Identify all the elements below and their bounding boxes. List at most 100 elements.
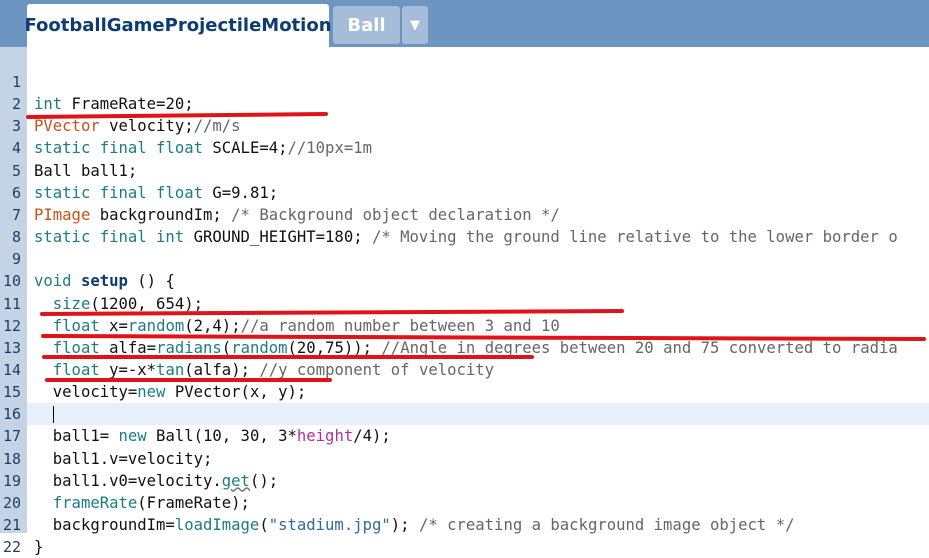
line-number: 2 bbox=[11, 95, 21, 114]
code-line[interactable]: 3 PVector velocity;//m/s bbox=[0, 115, 929, 137]
line-number: 17 bbox=[2, 427, 21, 446]
code-token: setup bbox=[80, 272, 128, 291]
code-token: ball1.v=velocity; bbox=[34, 449, 213, 468]
code-line[interactable]: 22} bbox=[0, 536, 929, 558]
code-token: Ball(10, 30, 3* bbox=[146, 427, 297, 446]
line-number: 1 bbox=[11, 73, 21, 91]
code-token: get bbox=[221, 471, 250, 490]
line-number: 16 bbox=[2, 405, 21, 424]
line-number: 14 bbox=[2, 360, 21, 379]
tab-football-game-projectile-motion[interactable]: FootballGameProjectileMotion bbox=[24, 4, 332, 47]
code-line[interactable]: 5 Ball ball1; bbox=[0, 160, 929, 182]
code-token: static final float bbox=[34, 139, 203, 158]
code-token: float bbox=[52, 338, 100, 357]
code-token: static final int bbox=[34, 228, 185, 247]
line-number: 9 bbox=[11, 250, 21, 269]
line-number: 4 bbox=[11, 139, 21, 158]
line-number: 8 bbox=[11, 228, 21, 247]
code-token: height bbox=[296, 427, 354, 446]
code-text: float alfa=radians(random(20,75)); //Ang… bbox=[34, 337, 898, 359]
code-text: static final float SCALE=4;//10px=1m bbox=[34, 137, 372, 159]
code-token: alfa= bbox=[99, 338, 157, 357]
code-line[interactable]: 4 static final float SCALE=4;//10px=1m bbox=[0, 137, 929, 159]
code-token: new bbox=[118, 427, 147, 446]
line-number: 12 bbox=[2, 316, 21, 335]
code-line[interactable]: 7 PImage backgroundIm; /* Background obje… bbox=[0, 204, 929, 226]
code-text: float x=random(2,4);//a random number be… bbox=[34, 315, 560, 337]
code-token: PVector(x, y); bbox=[165, 383, 307, 402]
tab-ball[interactable]: Ball bbox=[333, 6, 400, 44]
line-number: 15 bbox=[2, 383, 21, 402]
code-token: /* Background object declaration */ bbox=[231, 205, 560, 224]
code-token: new bbox=[137, 383, 166, 402]
code-token: ); bbox=[390, 516, 419, 534]
line-number: 3 bbox=[11, 117, 21, 136]
code-token: PImage bbox=[34, 205, 91, 224]
code-token: () { bbox=[127, 272, 175, 291]
code-text: PImage backgroundIm; /* Background objec… bbox=[34, 204, 560, 226]
code-line[interactable]: 13 float alfa=radians(random(20,75)); //… bbox=[0, 337, 929, 359]
code-token: ( bbox=[259, 516, 269, 534]
code-line[interactable]: 2 int FrameRate=20; bbox=[0, 93, 929, 115]
code-token: ball1= bbox=[34, 427, 119, 446]
code-token: SCALE=4; bbox=[203, 139, 288, 158]
code-line[interactable]: 18 ball1.v=velocity; bbox=[0, 448, 929, 470]
code-token: //y component of velocity bbox=[259, 360, 495, 379]
code-text: void setup () { bbox=[34, 270, 175, 292]
code-line[interactable]: 19 ball1.v0=velocity.get(); bbox=[0, 470, 929, 492]
line-number: 20 bbox=[2, 493, 21, 512]
code-line[interactable]: 10 void setup () { bbox=[0, 270, 929, 292]
code-text: PVector velocity;//m/s bbox=[34, 115, 241, 137]
code-text: ball1.v0=velocity.get(); bbox=[34, 470, 278, 492]
code-token: /* Moving the ground line relative to th… bbox=[371, 228, 898, 247]
line-number: 18 bbox=[2, 449, 21, 468]
code-text: float y=-x*tan(alfa); //y component of v… bbox=[34, 359, 494, 381]
code-text: static final float G=9.81; bbox=[34, 182, 278, 204]
code-line[interactable]: 8 static final int GROUND_HEIGHT=180; /* … bbox=[0, 226, 929, 248]
code-line[interactable]: 20 frameRate(FrameRate); bbox=[0, 492, 929, 514]
code-token: (20,75)); bbox=[287, 338, 382, 357]
code-token: (); bbox=[249, 471, 279, 490]
code-line[interactable]: 17 ball1= new Ball(10, 30, 3*height/4); bbox=[0, 425, 929, 447]
code-line[interactable]: 14 float y=-x*tan(alfa); //y component o… bbox=[0, 359, 929, 381]
line-number: 10 bbox=[2, 272, 21, 291]
code-line[interactable]: 12 float x=random(2,4);//a random number… bbox=[0, 315, 929, 337]
code-token: float bbox=[52, 360, 100, 379]
code-token: //m/s bbox=[193, 117, 241, 136]
code-text: } bbox=[34, 536, 43, 558]
code-token: (2,4); bbox=[184, 316, 241, 335]
code-text: ball1= new Ball(10, 30, 3*height/4); bbox=[34, 425, 391, 447]
code-token: //a random number between 3 and 10 bbox=[240, 316, 560, 335]
code-line[interactable]: 6 static final float G=9.81; bbox=[0, 182, 929, 204]
code-token: //10px=1m bbox=[287, 139, 373, 158]
code-text: velocity=new PVector(x, y); bbox=[34, 381, 307, 403]
line-number: 22 bbox=[2, 538, 21, 557]
code-token: //Angle in degrees between 20 and 75 con… bbox=[381, 338, 898, 357]
code-token: velocity= bbox=[34, 383, 138, 402]
code-token: float bbox=[52, 316, 100, 335]
code-line[interactable]: 1 bbox=[0, 71, 929, 93]
code-token: radians bbox=[156, 338, 222, 357]
code-line[interactable]: 11 size(1200, 654); bbox=[0, 293, 929, 315]
code-token: /4); bbox=[353, 427, 391, 446]
code-line[interactable]: 9 bbox=[0, 248, 929, 270]
code-editor[interactable]: 1 2 int FrameRate=20; 3 PVector velocity;//m… bbox=[0, 47, 929, 556]
tab-menu-dropdown-icon[interactable]: ▼ bbox=[402, 6, 428, 44]
code-token: } bbox=[34, 538, 44, 557]
code-token: FrameRate=20; bbox=[62, 95, 194, 114]
code-token: void bbox=[34, 272, 72, 291]
code-line[interactable]: 15 velocity=new PVector(x, y); bbox=[0, 381, 929, 403]
code-text: Ball ball1; bbox=[34, 160, 137, 182]
code-text: static final int GROUND_HEIGHT=180; /* M… bbox=[34, 226, 898, 248]
code-line[interactable]: 16 bbox=[3, 403, 929, 426]
code-token: static final float bbox=[34, 183, 203, 202]
line-number: 13 bbox=[2, 338, 21, 357]
code-text: frameRate(FrameRate); bbox=[34, 492, 250, 514]
code-text: int FrameRate=20; bbox=[34, 93, 194, 115]
